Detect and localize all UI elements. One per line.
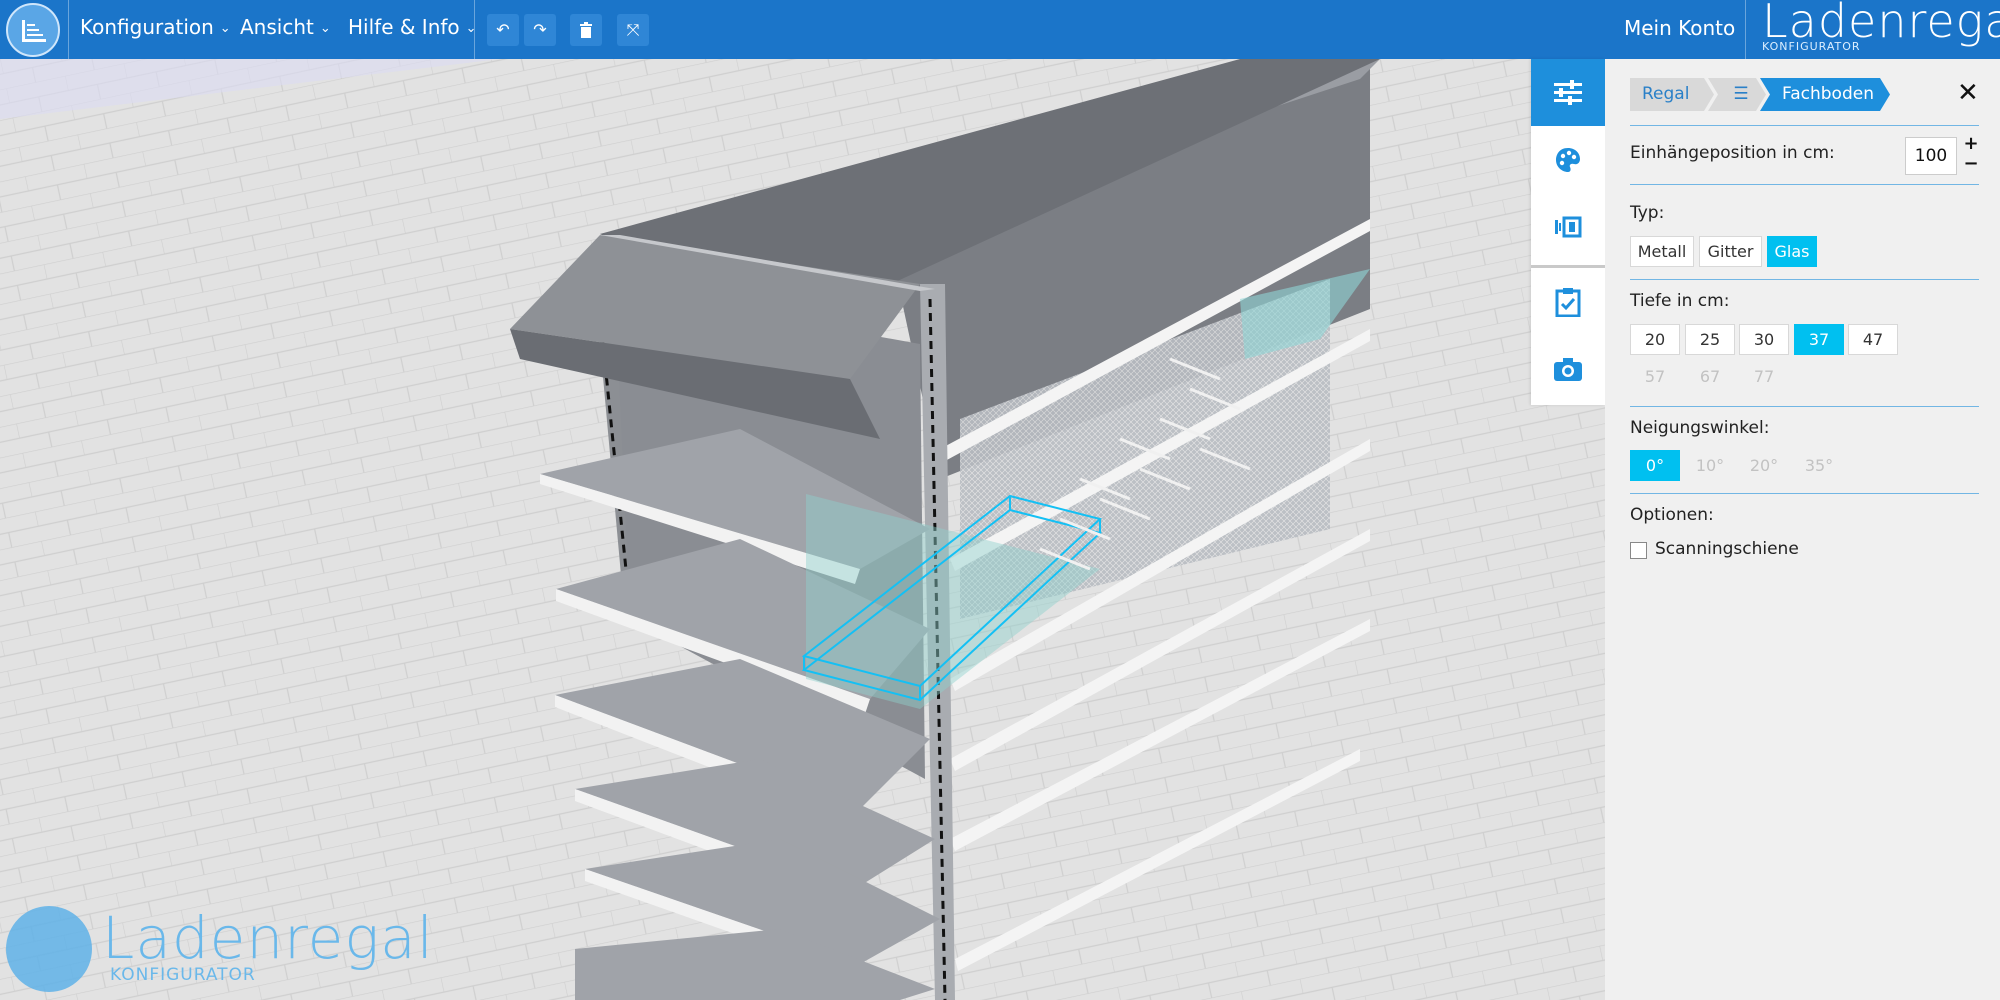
- redo-icon: ↷: [533, 20, 547, 39]
- properties-panel: Regal ☰ Fachboden ✕ Einhängeposition in …: [1605, 59, 2000, 1000]
- clipboard-check-icon: [1555, 287, 1581, 317]
- list-icon: ☰: [1733, 84, 1749, 104]
- menu-ansicht[interactable]: Ansicht ⌄: [240, 15, 331, 39]
- settings-tab[interactable]: [1531, 59, 1605, 126]
- divider: [1630, 406, 1979, 407]
- account-link[interactable]: Mein Konto: [1624, 16, 1735, 40]
- shelf-module-icon: [1555, 216, 1582, 237]
- tilt-option-10: 10°: [1695, 456, 1725, 475]
- decrement-button[interactable]: −: [1962, 155, 1980, 173]
- color-tab[interactable]: [1531, 126, 1605, 193]
- position-label: Einhängeposition in cm:: [1630, 143, 1835, 163]
- nav-divider: [474, 0, 475, 59]
- watermark-logo-circle: [6, 906, 92, 992]
- tilt-label: Neigungswinkel:: [1630, 418, 1770, 438]
- menu-label: Konfiguration: [80, 15, 214, 39]
- menu-konfiguration[interactable]: Konfiguration ⌄: [80, 15, 231, 39]
- divider: [1630, 493, 1979, 494]
- camera-icon: [1554, 357, 1582, 381]
- nav-divider: [68, 0, 69, 59]
- tilt-option-20: 20°: [1749, 456, 1779, 475]
- type-option-glas[interactable]: Glas: [1767, 236, 1817, 267]
- close-icon[interactable]: ✕: [1957, 78, 1979, 108]
- menu-label: Hilfe & Info: [348, 15, 460, 39]
- breadcrumb-fachboden[interactable]: Fachboden: [1760, 78, 1890, 111]
- options-label: Optionen:: [1630, 505, 1714, 525]
- app-logo[interactable]: [6, 3, 60, 57]
- watermark-subtitle: KONFIGURATOR: [110, 965, 256, 985]
- chevron-down-icon: ⌄: [319, 21, 331, 36]
- sliders-icon: [1554, 79, 1582, 105]
- position-input[interactable]: 100: [1905, 137, 1957, 175]
- delete-button[interactable]: [570, 14, 602, 46]
- depth-option-30[interactable]: 30: [1739, 324, 1789, 355]
- depth-label: Tiefe in cm:: [1630, 291, 1730, 311]
- depth-option-20[interactable]: 20: [1630, 324, 1680, 355]
- depth-option-37[interactable]: 37: [1794, 324, 1844, 355]
- checklist-tab[interactable]: [1531, 268, 1605, 335]
- undo-icon: ↶: [496, 20, 510, 39]
- tilt-option-35: 35°: [1804, 456, 1834, 475]
- compress-icon: ⤧: [626, 20, 640, 39]
- watermark-title: Ladenregal: [102, 904, 434, 972]
- trash-icon: [580, 22, 592, 38]
- chevron-down-icon: ⌄: [219, 21, 231, 36]
- top-bar: Konfiguration ⌄ Ansicht ⌄ Hilfe & Info ⌄ ↶ …: [0, 0, 2000, 59]
- palette-icon: [1556, 147, 1580, 172]
- redo-button[interactable]: ↷: [524, 14, 556, 46]
- scanning-checkbox[interactable]: [1630, 542, 1647, 559]
- tool-sidebar: [1531, 59, 1605, 405]
- type-option-metall[interactable]: Metall: [1630, 236, 1694, 267]
- increment-button[interactable]: +: [1962, 135, 1980, 153]
- divider: [1630, 125, 1979, 126]
- 3d-viewport[interactable]: Ladenregal KONFIGURATOR: [0, 59, 1605, 1000]
- fit-view-button[interactable]: ⤧: [617, 14, 649, 46]
- divider: [1630, 279, 1979, 280]
- menu-hilfe-info[interactable]: Hilfe & Info ⌄: [348, 15, 477, 39]
- brand-subtitle: KONFIGURATOR: [1762, 40, 1861, 53]
- type-option-gitter[interactable]: Gitter: [1699, 236, 1762, 267]
- breadcrumb-regal[interactable]: Regal: [1630, 78, 1714, 111]
- breadcrumb-list[interactable]: ☰: [1708, 78, 1766, 111]
- menu-label: Ansicht: [240, 15, 314, 39]
- screenshot-tab[interactable]: [1531, 335, 1605, 402]
- scanning-label[interactable]: Scanningschiene: [1655, 539, 1799, 559]
- module-tab[interactable]: [1531, 193, 1605, 260]
- shelf-3d-render: [0, 59, 1605, 1000]
- depth-option-57: 57: [1644, 367, 1666, 386]
- undo-button[interactable]: ↶: [487, 14, 519, 46]
- nav-divider: [1745, 0, 1746, 59]
- shelf-logo-icon: [22, 20, 46, 42]
- type-label: Typ:: [1630, 203, 1665, 223]
- depth-option-47[interactable]: 47: [1848, 324, 1898, 355]
- depth-option-25[interactable]: 25: [1685, 324, 1735, 355]
- tilt-option-0[interactable]: 0°: [1630, 450, 1680, 481]
- depth-option-67: 67: [1699, 367, 1721, 386]
- depth-option-77: 77: [1753, 367, 1775, 386]
- divider: [1630, 184, 1979, 185]
